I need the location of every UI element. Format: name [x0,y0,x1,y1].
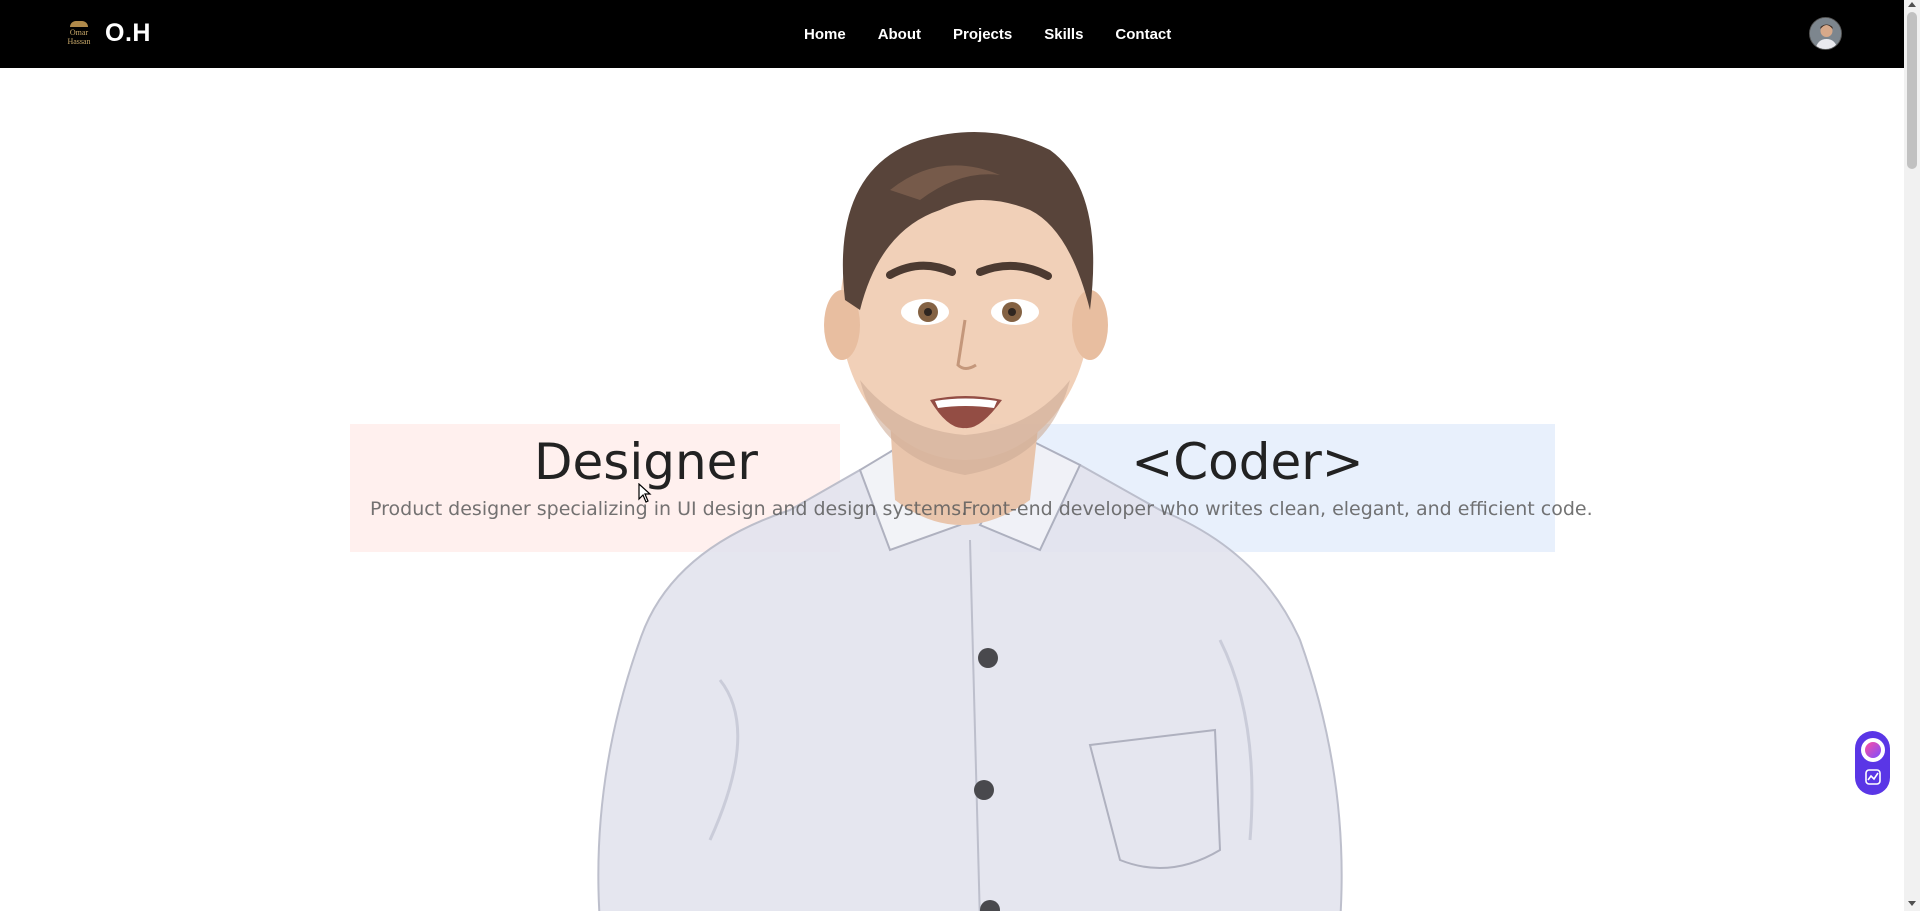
chart-edit-icon[interactable] [1861,765,1885,789]
nav-projects[interactable]: Projects [953,26,1012,43]
brand-logo[interactable]: Omar Hassan [63,16,95,50]
navbar: Omar Hassan O.H Home About Projects Skil… [0,0,1904,68]
portrait-illustration [597,132,1343,911]
hero-section: Designer Product designer specializing i… [0,68,1904,911]
nav-skills[interactable]: Skills [1044,26,1083,43]
mouse-cursor-icon [638,483,652,503]
nav-home[interactable]: Home [804,26,846,43]
nav-about[interactable]: About [878,26,921,43]
vertical-scrollbar[interactable] [1904,0,1920,911]
assistant-orb-icon[interactable] [1860,737,1885,762]
nav-contact[interactable]: Contact [1115,26,1171,43]
designer-description: Product designer specializing in UI desi… [370,498,968,520]
brand-name[interactable]: O.H [105,19,151,48]
coder-description: Front-end developer who writes clean, el… [962,498,1593,520]
logo-crown-icon [70,20,88,27]
scroll-up-arrow-icon[interactable] [1908,2,1916,7]
user-avatar-icon[interactable] [1809,17,1842,50]
scroll-thumb[interactable] [1907,12,1917,169]
floating-assistant-widget [1855,731,1890,795]
scroll-down-arrow-icon[interactable] [1908,901,1916,906]
coder-title: <Coder> [1131,433,1364,491]
main-nav: Home About Projects Skills Contact [804,0,1203,68]
logo-line-2: Hassan [67,36,91,46]
logo-line-1: Omar [69,27,89,37]
